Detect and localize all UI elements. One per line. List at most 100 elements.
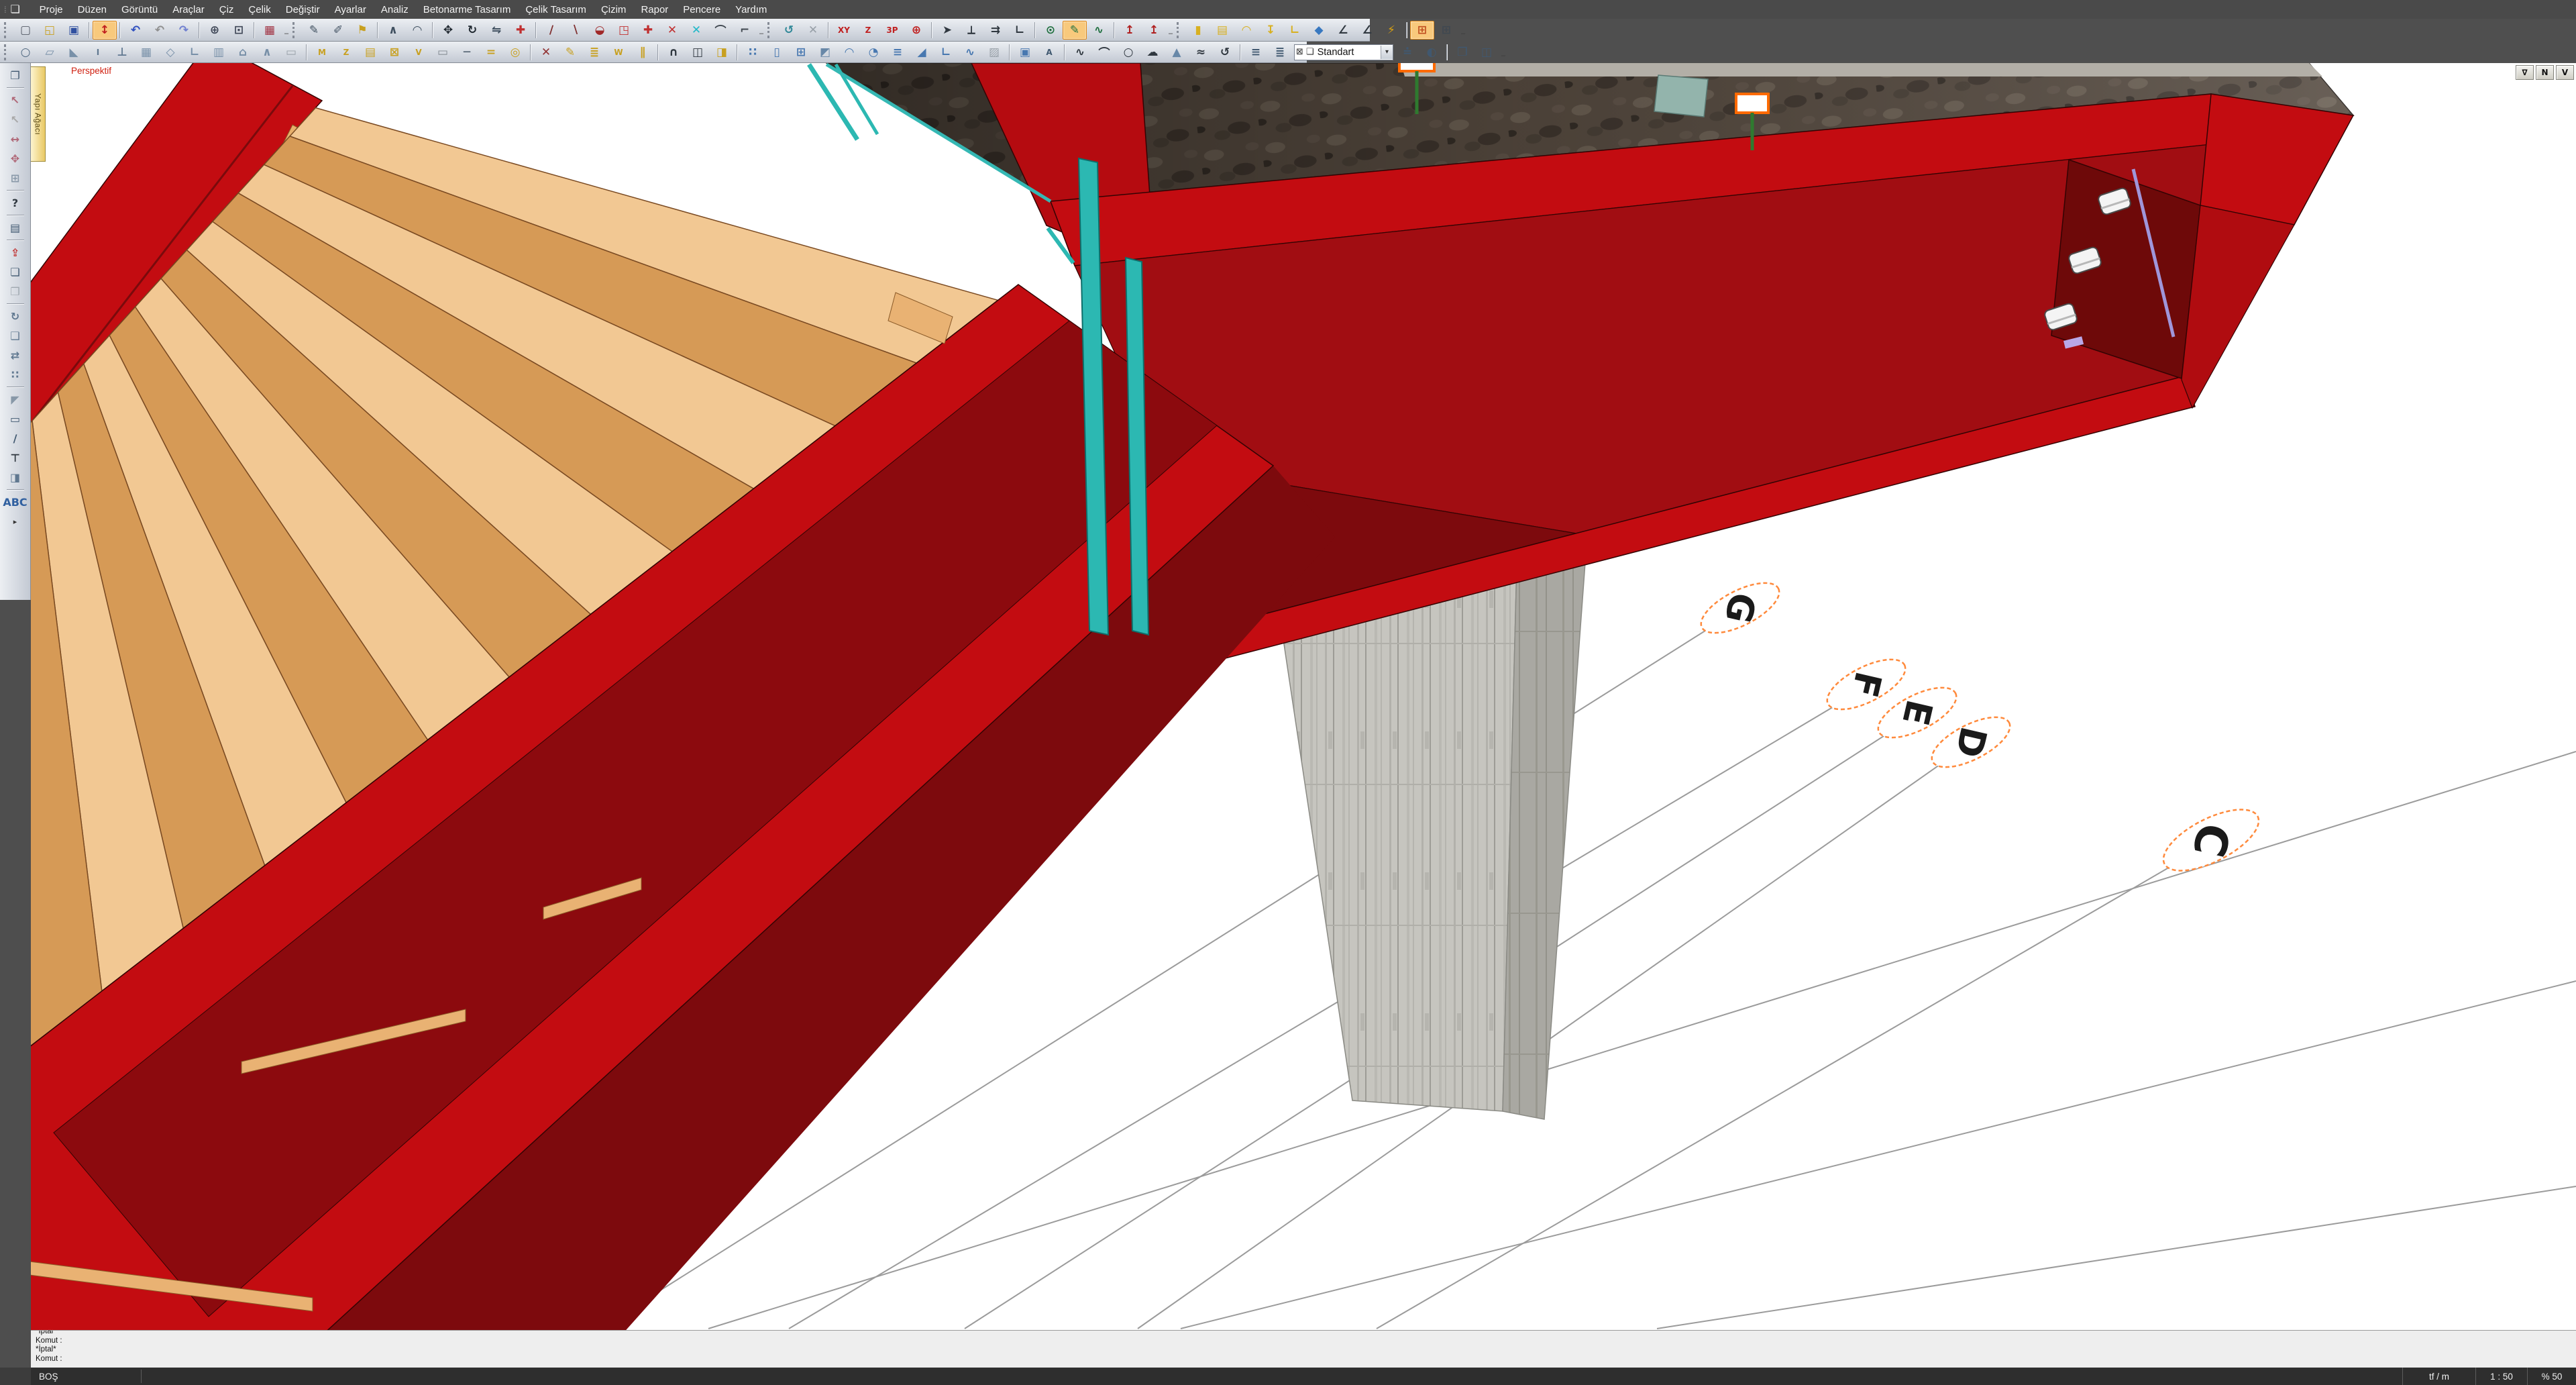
select-disabled-button[interactable]: ↖ [4, 110, 27, 130]
menu-item-çelik[interactable]: Çelik [241, 0, 278, 19]
toolbar-grip[interactable] [4, 22, 10, 38]
toolbar-collapse-button[interactable]: – [1166, 23, 1175, 38]
angle-profile-tool-button[interactable]: ∟ [1283, 21, 1307, 40]
layer-stack-2-button[interactable]: ≣ [1268, 43, 1292, 62]
truss-w-button[interactable]: W [606, 43, 631, 62]
rotate-plus-button[interactable]: ↺ [1213, 43, 1237, 62]
v-button[interactable]: V [2556, 65, 2574, 80]
arc-tool-button[interactable]: ⌒ [1092, 43, 1116, 62]
axis-origin-button[interactable]: ⊕ [904, 21, 928, 40]
new-file-button[interactable]: ▢ [13, 21, 38, 40]
toolbar-grip[interactable] [1177, 22, 1183, 38]
open-file-button[interactable]: ◱ [38, 21, 62, 40]
spline-tool-button[interactable]: ∿ [1068, 43, 1092, 62]
shade-tool-button[interactable]: ◐ [1419, 43, 1444, 62]
weld-pen-button[interactable]: ✎ [558, 43, 582, 62]
offset-corner-button[interactable]: ◤ [4, 390, 27, 409]
brace-v-button[interactable]: V [407, 43, 431, 62]
colonnade-tool-button[interactable]: ▥ [207, 43, 231, 62]
menu-item-araçlar[interactable]: Araçlar [165, 0, 212, 19]
menu-item-rapor[interactable]: Rapor [633, 0, 676, 19]
menubar-grip[interactable]: ⁞ [4, 5, 5, 15]
profile-z-button[interactable]: Z [334, 43, 358, 62]
mirror-tool-button[interactable]: ⇋ [484, 21, 508, 40]
ellipse-tool-button[interactable]: ○ [1116, 43, 1140, 62]
point-marker-2-button[interactable]: ↥ [1142, 21, 1166, 40]
ucs-world-button[interactable]: ✕ [801, 21, 825, 40]
beam-lines-button[interactable]: ≣ [582, 43, 606, 62]
axis-3p-button[interactable]: 3P [880, 21, 904, 40]
copy-pages-button[interactable]: ❐ [4, 66, 27, 85]
window-new-button[interactable]: ❐ [1450, 43, 1474, 62]
ramp-tool-button[interactable]: ◣ [62, 43, 86, 62]
angle-arc-button[interactable]: ◠ [405, 21, 429, 40]
grid-settings-button[interactable]: ⊞ [1410, 21, 1434, 40]
foundation-tool-button[interactable]: ▦ [134, 43, 158, 62]
slab-gray-button[interactable]: ▭ [431, 43, 455, 62]
status-item-0[interactable]: tf / m [2402, 1368, 2475, 1385]
perpendicular-tool-button[interactable]: ⟂ [959, 21, 983, 40]
app-icon[interactable]: ❏ [8, 3, 23, 16]
truck-tool-button[interactable]: ▭ [279, 43, 303, 62]
move-tool-button[interactable]: ✥ [436, 21, 460, 40]
layer-up-button[interactable]: ⇪ [4, 243, 27, 262]
wave-tool-button[interactable]: ≈ [1189, 43, 1213, 62]
support-tool-button[interactable]: ⊥ [110, 43, 134, 62]
swap-objects-button[interactable]: ⇄ [4, 346, 27, 365]
hatch-area-button[interactable]: ▨ [982, 43, 1006, 62]
l-profile-blue-button[interactable]: ∟ [934, 43, 958, 62]
snap-cross-button[interactable]: ✕ [684, 21, 708, 40]
redo-button[interactable]: ↷ [172, 21, 196, 40]
viewport-3d-scene[interactable]: GFEDC [0, 0, 2576, 1385]
point-marker-button[interactable]: ↥ [1118, 21, 1142, 40]
profile-m-button[interactable]: M [310, 43, 334, 62]
array-polar-button[interactable]: ∷ [4, 365, 27, 384]
select-table-button[interactable]: ⊞ [4, 168, 27, 188]
toolbar-grip[interactable] [4, 44, 10, 60]
dimension-tool-button[interactable]: ↕ [93, 21, 117, 40]
protractor-2-button[interactable]: ∠ [1355, 21, 1379, 40]
offset-parallel-button[interactable]: ⇉ [983, 21, 1008, 40]
roof-3d-button[interactable]: ◩ [813, 43, 837, 62]
curtain-wall-button[interactable]: ∥ [631, 43, 655, 62]
save-file-button[interactable]: ▣ [62, 21, 86, 40]
door-tool-button[interactable]: ◨ [710, 43, 734, 62]
rotate-tool-button[interactable]: ↻ [460, 21, 484, 40]
paste-object-button[interactable]: ❒ [4, 282, 27, 301]
break-line-button[interactable]: ∕ [4, 429, 27, 448]
steel-column-button[interactable]: I [86, 43, 110, 62]
zoom-window-button[interactable]: ⊡ [227, 21, 251, 40]
select-stretch-button[interactable]: ↔ [4, 130, 27, 149]
weld-x-button[interactable]: ✕ [534, 43, 558, 62]
anchor-tool-button[interactable]: ↧ [1258, 21, 1283, 40]
menu-item-pencere[interactable]: Pencere [676, 0, 728, 19]
menu-item-yardım[interactable]: Yardım [728, 0, 774, 19]
undo-disabled-button[interactable]: ↶ [148, 21, 172, 40]
node-point-button[interactable]: ○ [13, 43, 38, 62]
lock-points-button[interactable]: ⊙ [1038, 21, 1063, 40]
level-marker-button[interactable]: ≐ [1395, 43, 1419, 62]
chevron-down-icon[interactable]: ▾ [1381, 46, 1393, 59]
grid-blue-button[interactable]: ⊞ [789, 43, 813, 62]
trim-tool-button[interactable]: ∕ [539, 21, 564, 40]
menu-item-düzen[interactable]: Düzen [70, 0, 114, 19]
double-beam-button[interactable]: = [479, 43, 503, 62]
building-tool-button[interactable]: ⌂ [231, 43, 255, 62]
spiral-stair-button[interactable]: ◔ [861, 43, 885, 62]
left-toolbar-expander[interactable]: ▸ [4, 516, 27, 527]
undo-button[interactable]: ↶ [123, 21, 148, 40]
stair-blue-button[interactable]: ≡ [885, 43, 910, 62]
render-settings-button[interactable]: ▦ [258, 21, 282, 40]
steel-dome-tool-button[interactable]: ◠ [1234, 21, 1258, 40]
cloud-tool-button[interactable]: ☁ [1140, 43, 1165, 62]
select-add-button[interactable]: ✥ [4, 149, 27, 168]
arch-tool-button[interactable]: ∩ [661, 43, 686, 62]
array-tool-button[interactable]: ✚ [508, 21, 533, 40]
grid-dots-button[interactable]: ∷ [741, 43, 765, 62]
zoom-extents-button[interactable]: ⊕ [203, 21, 227, 40]
menu-item-analiz[interactable]: Analiz [374, 0, 416, 19]
ramp-blue-button[interactable]: ◢ [910, 43, 934, 62]
t-connect-button[interactable]: ⊤ [4, 448, 27, 468]
axis-xy-button[interactable]: XY [832, 21, 856, 40]
query-edit-button[interactable]: ? [4, 193, 27, 213]
